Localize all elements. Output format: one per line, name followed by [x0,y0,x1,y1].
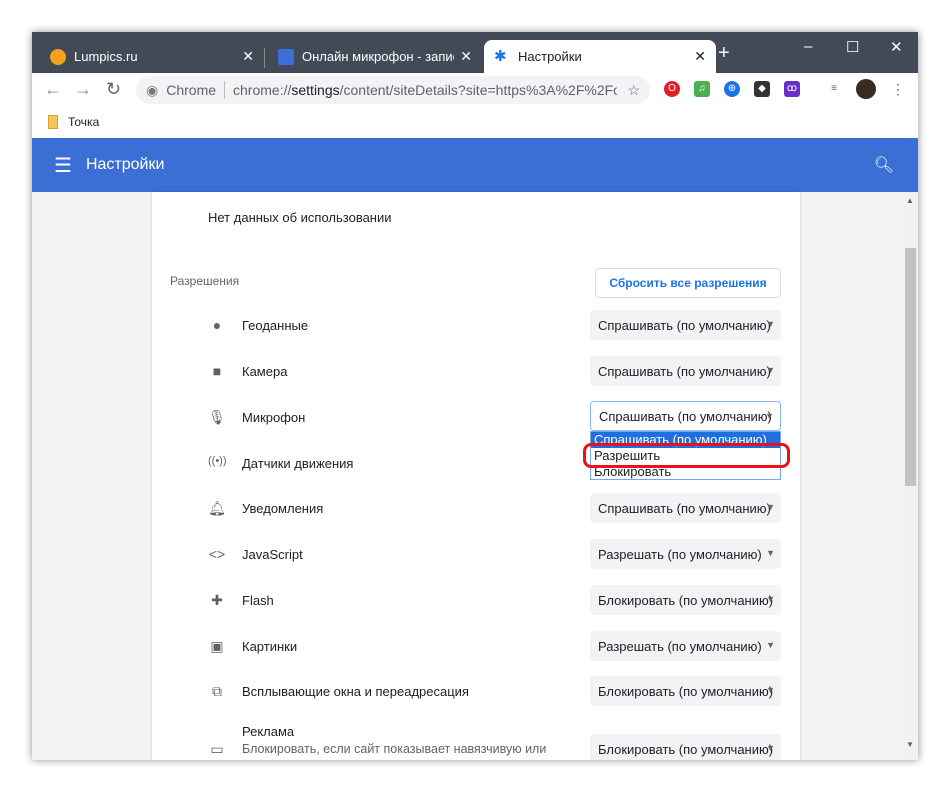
open-in-new-icon: ⧉ [212,683,222,699]
flash-select[interactable]: Блокировать (по умолчанию) ▼ [590,585,781,615]
tab-label: Онлайн микрофон - запись го [302,49,454,64]
code-icon: <> [208,546,226,562]
sensors-icon: ((•)) [208,455,227,467]
scroll-up-icon[interactable]: ▲ [906,196,914,205]
globe-icon[interactable]: ⊕ [724,81,740,97]
reload-icon[interactable]: ↻ [106,79,121,100]
divider [224,81,226,99]
gear-icon: ✱ [494,47,507,65]
scrollbar[interactable]: ▲ ▼ [903,192,918,760]
cube-icon[interactable]: ◆ [754,81,770,97]
scrollbar-thumb[interactable] [905,248,916,486]
bookmark-tochka[interactable]: Точка [68,115,99,129]
microphone-icon: 🎙︎ [208,409,226,425]
minimize-button[interactable]: – [804,38,812,55]
bookmarks-bar: Точка [32,106,918,138]
row-label: Геоданные [242,318,309,333]
site-details-card: Нет данных об использовании Разрешения С… [152,192,800,760]
hamburger-icon[interactable]: ☰ [54,153,72,178]
tab-settings[interactable]: ✱ Настройки ✕ [484,40,716,73]
tab-lumpics[interactable]: Lumpics.ru ✕ [40,40,264,73]
row-label: Датчики движения [242,456,354,471]
row-label: Реклама [242,724,295,739]
menu-icon[interactable]: ⋮ [890,81,906,97]
annotation-highlight [583,443,790,468]
row-label: Микрофон [242,410,306,425]
orange-icon [50,48,66,65]
scroll-down-icon[interactable]: ▼ [906,740,914,749]
close-window-button[interactable]: ✕ [890,38,903,56]
address-bar[interactable]: ◉ Chrome chrome://settings/content/siteD… [136,76,650,104]
close-tab-icon[interactable]: ✕ [694,48,706,65]
location-icon: ● [212,317,222,333]
tab-divider [264,48,265,68]
ads-icon: ▭ [210,741,224,757]
tab-strip: Lumpics.ru ✕ Онлайн микрофон - запись го… [32,32,918,73]
tab-label: Настройки [518,49,582,64]
omnibox-chip: Chrome [166,82,217,98]
row-label: Камера [242,364,288,379]
maximize-button[interactable]: ☐ [846,38,859,56]
close-tab-icon[interactable]: ✕ [242,48,254,65]
close-tab-icon[interactable]: ✕ [460,48,472,65]
toolbar: ← → ↻ ◉ Chrome chrome://settings/content… [32,73,918,106]
row-label: Flash [242,593,274,608]
avatar[interactable] [856,79,876,99]
search-icon[interactable]: 🔍︎ [874,155,894,175]
camera-icon: ■ [212,363,222,379]
browser-window: Lumpics.ru ✕ Онлайн микрофон - запись го… [32,32,918,760]
popups-select[interactable]: Блокировать (по умолчанию) ▼ [590,676,781,706]
tab-mic[interactable]: Онлайн микрофон - запись го ✕ [268,40,482,73]
notifications-select[interactable]: Спрашивать (по умолчанию) ▼ [590,493,781,523]
permissions-heading: Разрешения [170,274,240,288]
row-sublabel: Блокировать, если сайт показывает навязч… [242,742,547,756]
row-label: Всплывающие окна и переадресация [242,684,469,699]
camera-select[interactable]: Спрашивать (по умолчанию) ▼ [590,356,781,386]
forward-icon[interactable]: → [74,79,92,100]
mic-app-icon [278,48,294,65]
media-icon[interactable]: ≡ [826,81,842,97]
page-title: Настройки [85,156,165,173]
extension-icon[interactable]: ꝏ [784,81,800,97]
row-label: Картинки [242,639,298,654]
chrome-icon: ◉ [146,81,159,98]
back-icon[interactable]: ← [44,79,62,100]
folder-icon [48,115,58,129]
javascript-select[interactable]: Разрешать (по умолчанию) ▼ [590,539,781,569]
tab-label: Lumpics.ru [74,49,138,64]
reset-permissions-button[interactable]: Сбросить все разрешения [595,268,781,298]
new-tab-button[interactable]: + [718,42,730,65]
opera-icon[interactable]: O [664,81,680,97]
microphone-select[interactable]: Спрашивать (по умолчанию) ▼ [590,401,781,431]
ads-select[interactable]: Блокировать (по умолчанию) ▼ [590,734,781,760]
usage-text: Нет данных об использовании [208,210,392,225]
bell-icon: 🔔︎ [208,500,226,516]
row-label: JavaScript [242,547,303,562]
puzzle-icon: ✚ [211,592,223,608]
settings-header: ☰ Настройки 🔍︎ [32,138,918,192]
star-icon[interactable]: ☆ [627,82,640,99]
url-text[interactable]: chrome://settings/content/siteDetails?si… [233,82,617,98]
geolocation-select[interactable]: Спрашивать (по умолчанию) ▼ [590,310,781,340]
music-icon[interactable]: ♫ [694,81,710,97]
images-select[interactable]: Разрешать (по умолчанию) ▼ [590,631,781,661]
row-label: Уведомления [242,501,324,516]
image-icon: ▣ [210,638,224,654]
